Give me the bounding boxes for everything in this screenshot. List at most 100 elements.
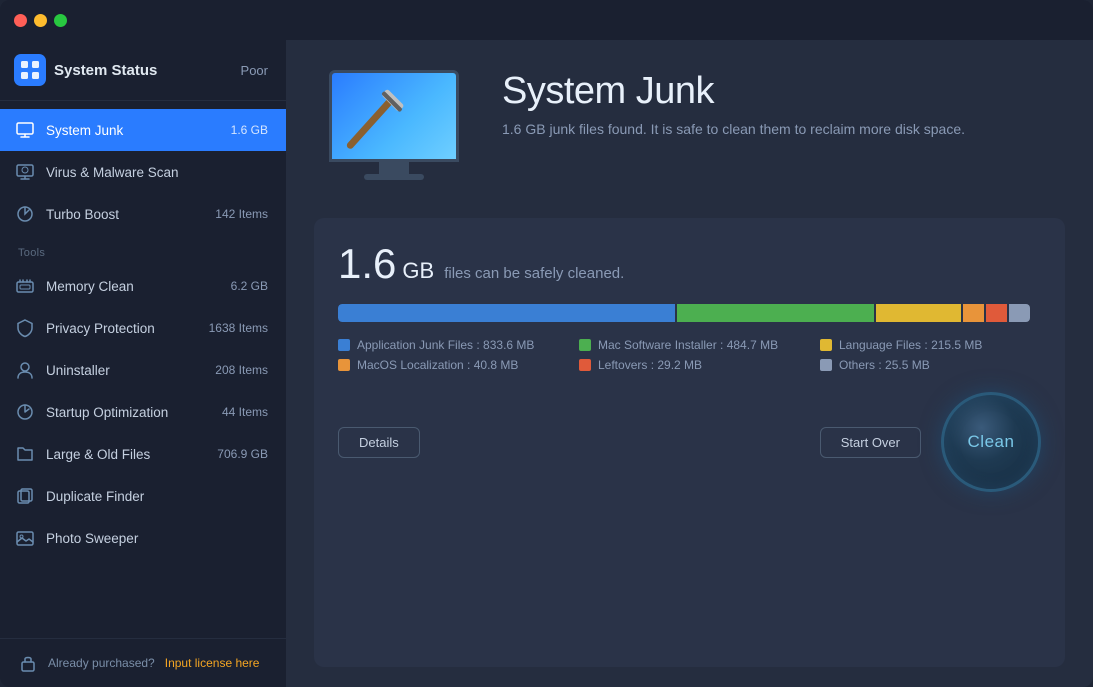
progress-bar: [338, 304, 1041, 322]
legend-label-language: Language Files : 215.5 MB: [839, 338, 982, 352]
sidebar-item-privacy-protection[interactable]: Privacy Protection 1638 Items: [0, 307, 286, 349]
hero-subtitle: 1.6 GB junk files found. It is safe to c…: [502, 119, 965, 140]
legend-item-app-junk: Application Junk Files : 833.6 MB: [338, 338, 559, 352]
privacy-protection-label: Privacy Protection: [46, 321, 199, 336]
legend-label-leftovers: Leftovers : 29.2 MB: [598, 358, 702, 372]
bar-segment-language: [876, 304, 960, 322]
startup-optimization-label: Startup Optimization: [46, 405, 212, 420]
sidebar-nav: System Junk 1.6 GB Virus & Malware Scan: [0, 101, 286, 638]
large-old-files-label: Large & Old Files: [46, 447, 207, 462]
lock-icon: [18, 653, 38, 673]
bar-segment-leftovers: [986, 304, 1007, 322]
photo-sweeper-label: Photo Sweeper: [46, 531, 258, 546]
privacy-protection-icon: [14, 317, 36, 339]
virus-malware-icon: [14, 161, 36, 183]
stats-size-display: 1.6 GB files can be safely cleaned.: [338, 240, 1041, 288]
legend-label-others: Others : 25.5 MB: [839, 358, 930, 372]
clean-btn-container: Start Over Clean: [820, 392, 1041, 492]
photo-sweeper-icon: [14, 527, 36, 549]
virus-malware-label: Virus & Malware Scan: [46, 165, 258, 180]
uninstaller-icon: [14, 359, 36, 381]
monitor-base: [364, 174, 424, 180]
legend-dot-language: [820, 339, 832, 351]
duplicate-finder-label: Duplicate Finder: [46, 489, 258, 504]
main-content: System Junk 1.6 GB junk files found. It …: [286, 0, 1093, 687]
system-junk-icon: [14, 119, 36, 141]
bar-segment-mac-software: [677, 304, 874, 322]
clean-button[interactable]: Clean: [941, 392, 1041, 492]
system-junk-label: System Junk: [46, 123, 221, 138]
main-inner: System Junk 1.6 GB junk files found. It …: [286, 40, 1093, 687]
memory-clean-badge: 6.2 GB: [231, 279, 268, 293]
turbo-boost-label: Turbo Boost: [46, 207, 205, 222]
uninstaller-label: Uninstaller: [46, 363, 205, 378]
sidebar-item-uninstaller[interactable]: Uninstaller 208 Items: [0, 349, 286, 391]
legend-item-others: Others : 25.5 MB: [820, 358, 1041, 372]
sidebar-item-system-junk[interactable]: System Junk 1.6 GB: [0, 109, 286, 151]
sidebar: System Status Poor System Junk 1.6 GB: [0, 0, 286, 687]
page-title: System Junk: [502, 70, 965, 113]
sidebar-header-left: System Status: [14, 54, 157, 86]
turbo-boost-icon: [14, 203, 36, 225]
hero-section: System Junk 1.6 GB junk files found. It …: [314, 60, 1065, 190]
legend-item-mac-software: Mac Software Installer : 484.7 MB: [579, 338, 800, 352]
hero-text: System Junk 1.6 GB junk files found. It …: [502, 60, 965, 140]
privacy-protection-badge: 1638 Items: [209, 321, 268, 335]
monitor-stand: [379, 162, 409, 174]
size-description: files can be safely cleaned.: [444, 265, 624, 282]
sidebar-footer: Already purchased? Input license here: [0, 638, 286, 687]
startup-optimization-icon: [14, 401, 36, 423]
sidebar-item-photo-sweeper[interactable]: Photo Sweeper: [0, 517, 286, 559]
memory-clean-label: Memory Clean: [46, 279, 221, 294]
bar-segment-app-junk: [338, 304, 675, 322]
logo-icon: [20, 60, 40, 80]
sidebar-item-memory-clean[interactable]: Memory Clean 6.2 GB: [0, 265, 286, 307]
sidebar-item-turbo-boost[interactable]: Turbo Boost 142 Items: [0, 193, 286, 235]
maximize-button[interactable]: [54, 14, 67, 27]
uninstaller-badge: 208 Items: [215, 363, 268, 377]
turbo-boost-badge: 142 Items: [215, 207, 268, 221]
legend-dot-mac-software: [579, 339, 591, 351]
sidebar-item-duplicate-finder[interactable]: Duplicate Finder: [0, 475, 286, 517]
large-old-files-icon: [14, 443, 36, 465]
squeegee-illustration: [337, 89, 407, 154]
minimize-button[interactable]: [34, 14, 47, 27]
size-number: 1.6: [338, 240, 396, 288]
legend-label-localization: MacOS Localization : 40.8 MB: [357, 358, 518, 372]
legend-dot-app-junk: [338, 339, 350, 351]
legend-dot-localization: [338, 359, 350, 371]
legend-item-leftovers: Leftovers : 29.2 MB: [579, 358, 800, 372]
system-status-badge: Poor: [241, 63, 268, 78]
large-old-files-badge: 706.9 GB: [217, 447, 268, 461]
sidebar-item-startup-optimization[interactable]: Startup Optimization 44 Items: [0, 391, 286, 433]
stats-card: 1.6 GB files can be safely cleaned. Appl…: [314, 218, 1065, 667]
legend-item-localization: MacOS Localization : 40.8 MB: [338, 358, 559, 372]
tools-section-label: Tools: [0, 235, 286, 265]
app-logo: [14, 54, 46, 86]
bar-segment-localization: [963, 304, 984, 322]
monitor-screen: [329, 70, 459, 162]
legend-dot-others: [820, 359, 832, 371]
footer-purchased-text: Already purchased?: [48, 656, 155, 670]
window-chrome: [0, 0, 1093, 40]
legend-label-app-junk: Application Junk Files : 833.6 MB: [357, 338, 534, 352]
hero-image: [314, 60, 474, 190]
size-unit: GB: [402, 258, 434, 284]
memory-clean-icon: [14, 275, 36, 297]
legend-label-mac-software: Mac Software Installer : 484.7 MB: [598, 338, 778, 352]
duplicate-finder-icon: [14, 485, 36, 507]
input-license-link[interactable]: Input license here: [165, 656, 260, 670]
start-over-button[interactable]: Start Over: [820, 427, 921, 458]
details-button[interactable]: Details: [338, 427, 420, 458]
close-button[interactable]: [14, 14, 27, 27]
startup-optimization-badge: 44 Items: [222, 405, 268, 419]
sidebar-header: System Status Poor: [0, 40, 286, 101]
traffic-lights: [14, 14, 67, 27]
sidebar-item-large-old-files[interactable]: Large & Old Files 706.9 GB: [0, 433, 286, 475]
sidebar-item-virus-malware[interactable]: Virus & Malware Scan: [0, 151, 286, 193]
legend-dot-leftovers: [579, 359, 591, 371]
sidebar-title: System Status: [54, 62, 157, 79]
legend-item-language: Language Files : 215.5 MB: [820, 338, 1041, 352]
system-junk-badge: 1.6 GB: [231, 123, 268, 137]
actions-row: Details Start Over Clean: [338, 392, 1041, 492]
